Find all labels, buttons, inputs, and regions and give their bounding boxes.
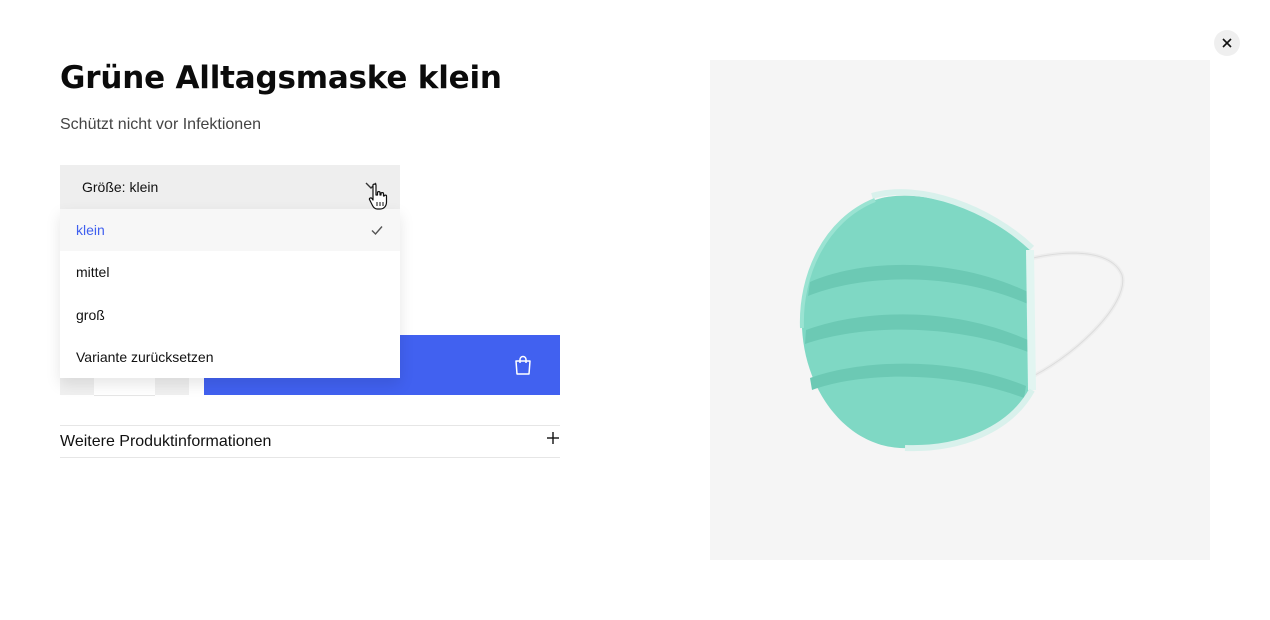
reset-variant-option[interactable]: Variante zurücksetzen xyxy=(60,336,400,378)
option-label: mittel xyxy=(76,264,110,280)
close-icon xyxy=(1222,38,1232,48)
hand-pointer-icon xyxy=(368,183,388,210)
size-select-label: Größe: klein xyxy=(82,179,159,195)
size-option-klein[interactable]: klein xyxy=(60,209,400,251)
product-image xyxy=(710,60,1210,560)
product-info-accordion[interactable]: Weitere Produktinformationen xyxy=(60,425,560,458)
size-option-mittel[interactable]: mittel xyxy=(60,251,400,294)
option-label: groß xyxy=(76,307,105,323)
size-dropdown: klein mittel groß Variante zurücksetzen xyxy=(60,209,400,378)
shopping-bag-icon xyxy=(515,355,531,375)
face-mask-image xyxy=(799,189,1125,452)
option-label: klein xyxy=(76,222,105,238)
accordion-label: Weitere Produktinformationen xyxy=(60,433,272,450)
product-title: Grüne Alltagsmaske klein xyxy=(60,60,502,96)
size-select[interactable]: Größe: klein xyxy=(60,165,400,209)
plus-icon xyxy=(547,432,559,444)
size-option-gross[interactable]: groß xyxy=(60,294,400,336)
product-subtitle: Schützt nicht vor Infektionen xyxy=(60,116,261,133)
close-button[interactable] xyxy=(1214,30,1240,56)
check-icon xyxy=(371,226,383,236)
option-label: Variante zurücksetzen xyxy=(76,349,214,365)
